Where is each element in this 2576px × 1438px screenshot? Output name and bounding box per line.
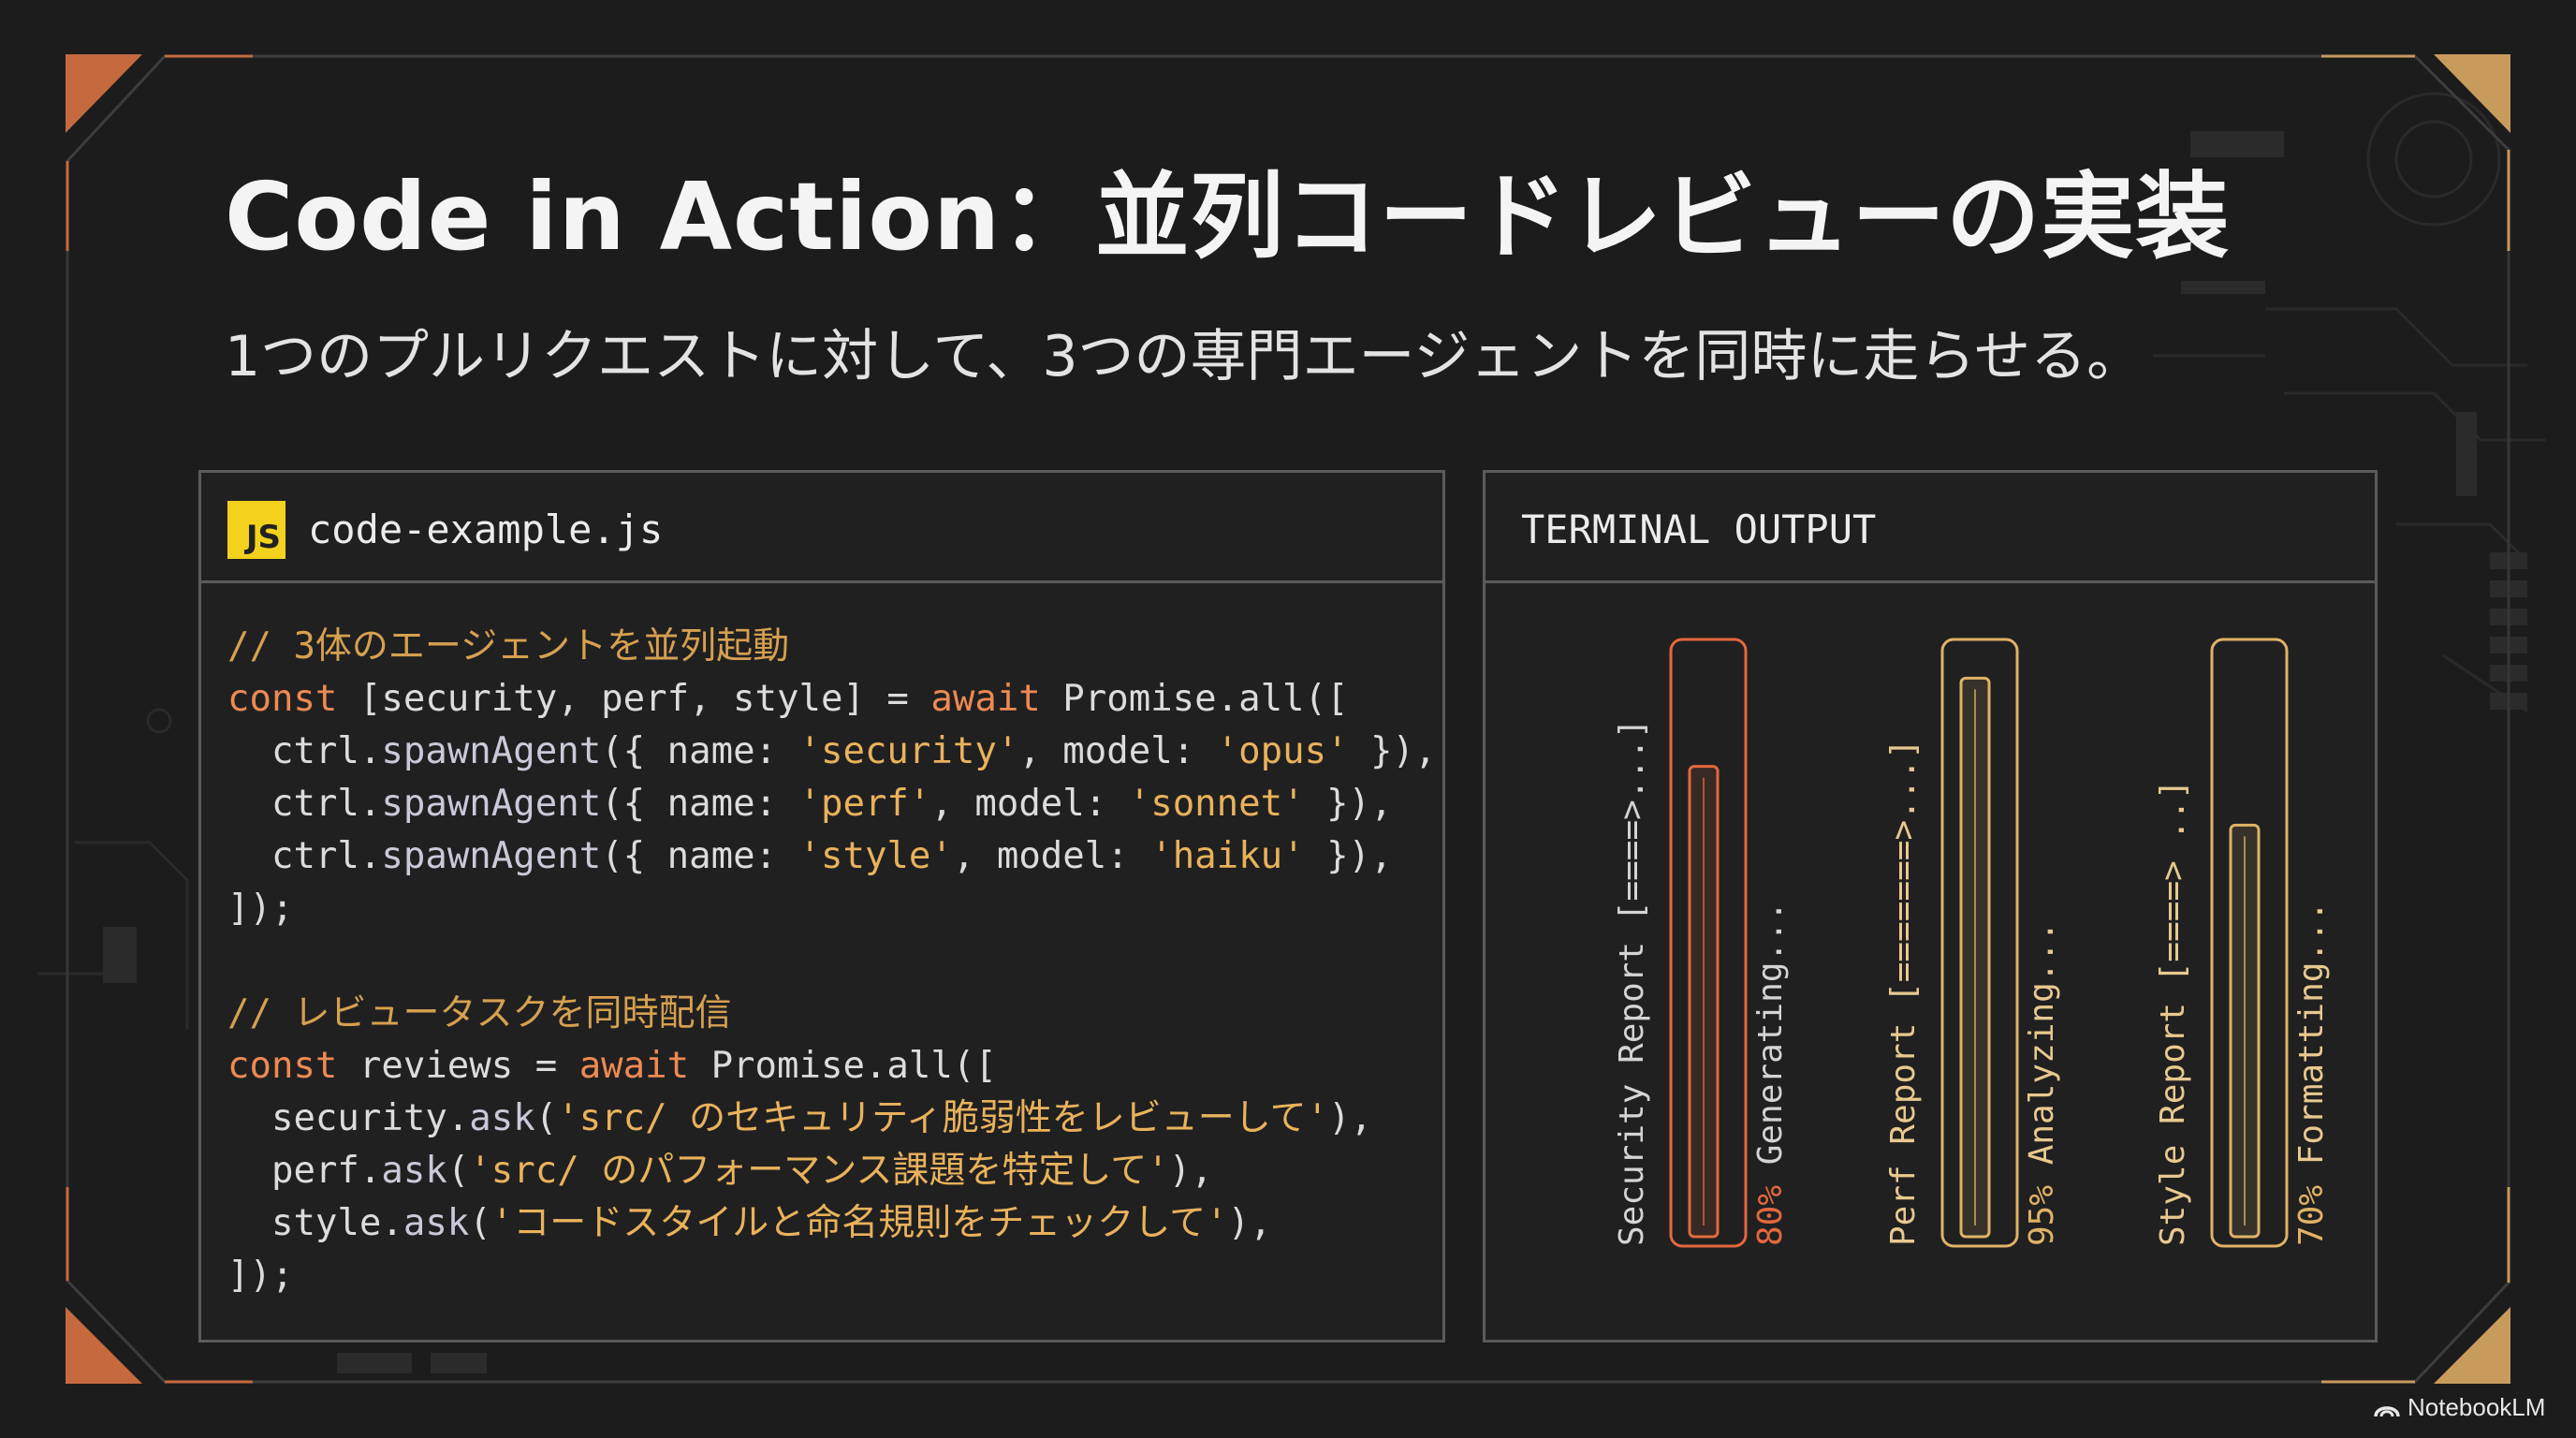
code-line: ctrl.spawnAgent({ name: 'perf', model: '… <box>227 778 1436 830</box>
code-token: , model: <box>1018 730 1217 772</box>
code-line: ctrl.spawnAgent({ name: 'style', model: … <box>227 830 1436 883</box>
code-line: // レビュータスクを同時配信 <box>227 988 1436 1040</box>
code-token: , model: <box>952 835 1151 877</box>
code-token: 'opus' <box>1216 730 1349 772</box>
code-token: ( <box>469 1202 491 1244</box>
report-label: Style Report [====> ..] <box>2154 780 2192 1247</box>
code-token: const <box>227 1045 338 1087</box>
code-token: style. <box>227 1202 403 1244</box>
code-token: Promise.all([ <box>689 1045 997 1087</box>
code-line: ctrl.spawnAgent({ name: 'security', mode… <box>227 726 1437 778</box>
code-line: const reviews = await Promise.all([ <box>227 1040 1436 1093</box>
watermark-text: NotebookLM <box>2408 1393 2546 1421</box>
code-token: Promise.all([ <box>1040 678 1349 720</box>
code-token: // 3体のエージェントを並列起動 <box>227 625 790 668</box>
code-token: ( <box>534 1097 558 1139</box>
terminal-panel: TERMINAL OUTPUT Security Report [====>..… <box>1483 470 2378 1343</box>
terminal-title: TERMINAL OUTPUT <box>1521 506 1877 552</box>
code-line: security.ask('src/ のセキュリティ脆弱性をレビューして'), <box>227 1093 1436 1145</box>
code-token: const <box>227 678 338 720</box>
code-token: perf. <box>227 1150 382 1192</box>
code-token: 'sonnet' <box>1128 783 1305 825</box>
code-token: ctrl. <box>227 835 382 877</box>
code-token: ({ name: <box>601 783 799 825</box>
progress-report-2: Style Report [====> ..] 70% Formatting... <box>2154 638 2331 1248</box>
code-token: reviews = <box>337 1045 579 1087</box>
report-status: 80% Generating... <box>1751 902 1790 1246</box>
report-status: 70% Formatting... <box>2292 902 2331 1246</box>
code-line: perf.ask('src/ のパフォーマンス課題を特定して'), <box>227 1145 1436 1197</box>
code-token: ({ name: <box>601 730 799 772</box>
code-token: await <box>578 1045 690 1087</box>
code-token: }), <box>1348 730 1437 772</box>
code-token: security. <box>227 1097 470 1139</box>
code-token: spawnAgent <box>381 730 602 772</box>
code-line: ]); <box>227 1250 1436 1302</box>
code-block: // 3体のエージェントを並列起動 const [security, perf, … <box>227 621 1436 1302</box>
progress-report-0: Security Report [====>...] 80% Generating… <box>1613 638 1790 1248</box>
code-token: 'style' <box>798 835 953 877</box>
notebooklm-watermark: NotebookLM <box>2374 1393 2545 1422</box>
code-token: // レビュータスクを同時配信 <box>227 992 732 1034</box>
code-token: ), <box>1168 1150 1213 1192</box>
code-token: [security, perf, style] = <box>337 678 931 720</box>
code-token: ask <box>381 1150 447 1192</box>
code-token: ask <box>402 1202 470 1244</box>
code-token: 'src/ のセキュリティ脆弱性をレビューして' <box>557 1097 1329 1139</box>
terminal-panel-header: TERMINAL OUTPUT <box>1486 473 2375 583</box>
code-panel-header: JS code-example.js <box>201 473 1442 583</box>
javascript-file-icon: JS <box>227 501 285 559</box>
code-token: 'perf' <box>798 783 931 825</box>
progress-report-1: Perf Report [=======>...] 95% Analyzing..… <box>1884 638 2061 1248</box>
report-label: Security Report [====>...] <box>1613 718 1651 1246</box>
code-token: 'コードスタイルと命名規則をチェックして' <box>490 1202 1228 1244</box>
code-token: ctrl. <box>227 783 382 825</box>
code-token: , model: <box>930 783 1129 825</box>
code-token: ( <box>446 1150 470 1192</box>
file-name: code-example.js <box>308 506 664 552</box>
report-status: 95% Analyzing... <box>2023 921 2061 1246</box>
code-token: spawnAgent <box>381 783 602 825</box>
report-label: Perf Report [=======>...] <box>1884 739 1923 1246</box>
code-line: style.ask('コードスタイルと命名規則をチェックして'), <box>227 1197 1436 1250</box>
code-token: ({ name: <box>601 835 799 877</box>
code-token: }), <box>1304 835 1393 877</box>
code-token: await <box>930 678 1041 720</box>
slide-title: Code in Action：並列コードレビューの実装 <box>225 162 2231 271</box>
code-token: }), <box>1304 783 1393 825</box>
code-token: ctrl. <box>227 730 382 772</box>
terminal-progress-area: Security Report [====>...] 80% Generating… <box>1613 638 2331 1248</box>
code-line: ]); <box>227 883 1436 935</box>
code-token: 'security' <box>798 730 1019 772</box>
code-token: spawnAgent <box>381 835 602 877</box>
slide-subtitle: 1つのプルリクエストに対して、3つの専門エージェントを同時に走らせる。 <box>225 324 2144 389</box>
code-token: ), <box>1227 1202 1272 1244</box>
code-token: ), <box>1328 1097 1373 1139</box>
code-token: 'src/ のパフォーマンス課題を特定して' <box>469 1150 1169 1192</box>
notebooklm-logo-icon <box>2374 1405 2400 1416</box>
code-token: ]); <box>227 888 294 930</box>
code-line: // 3体のエージェントを並列起動 <box>227 621 1436 673</box>
code-token: ]); <box>227 1255 294 1297</box>
code-token: 'haiku' <box>1150 835 1305 877</box>
code-token: ask <box>469 1097 535 1139</box>
js-badge-label: JS <box>245 519 281 556</box>
code-panel: JS code-example.js // 3体のエージェントを並列起動 cons… <box>198 470 1445 1343</box>
code-line: const [security, perf, style] = await Pr… <box>227 673 1436 726</box>
